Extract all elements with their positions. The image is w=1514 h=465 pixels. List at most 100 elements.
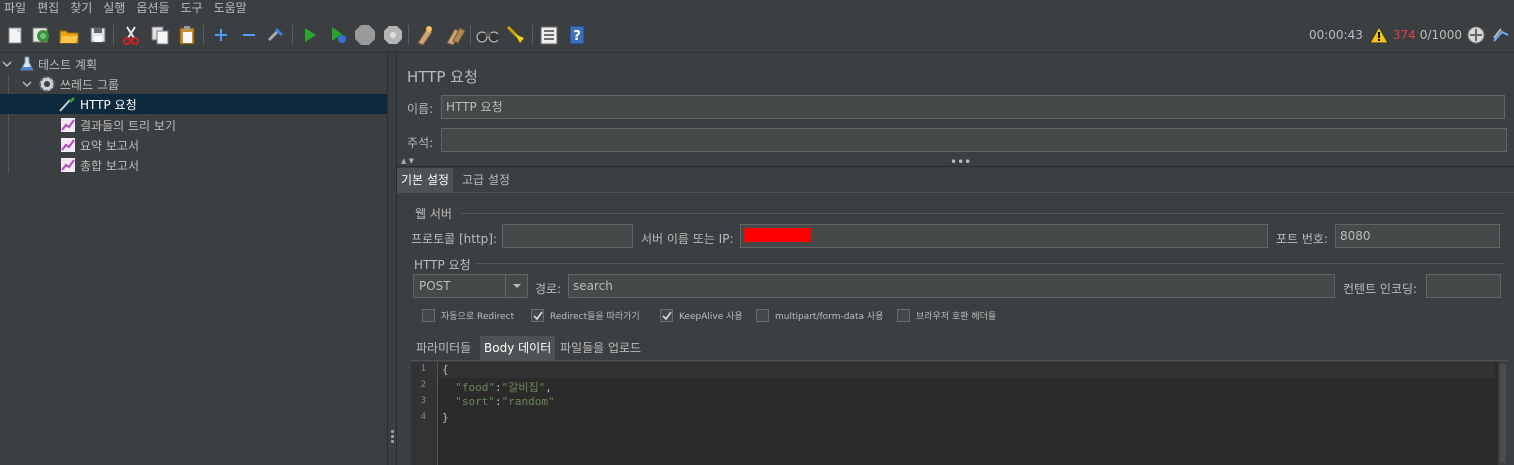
help-icon[interactable]: ? [566, 24, 588, 46]
tab-parameters[interactable]: 파라미터들 [412, 336, 475, 360]
line-number: 2 [420, 380, 426, 390]
line-number: 4 [420, 412, 426, 422]
code-line: } [442, 411, 449, 424]
encoding-label: 컨텐트 인코딩: [1343, 282, 1418, 296]
line-number-gutter: 1 2 3 4 [411, 362, 438, 465]
search-binoculars-icon[interactable] [476, 24, 498, 46]
collapse-arrows-icon[interactable]: ▲ ▼ [401, 157, 414, 165]
active-threads: 0/1000 [1419, 28, 1462, 42]
function-helper-icon[interactable] [538, 24, 560, 46]
save-icon[interactable] [87, 24, 109, 46]
http-request-panel: HTTP 요청 이름: HTTP 요청 주석: ▲ ▼ ••• 기본 설정 고급… [397, 54, 1514, 465]
name-label: 이름: [407, 102, 434, 116]
auto-redirect-label: 자동으로 Redirect [441, 312, 515, 322]
start-no-pause-icon[interactable] [327, 24, 349, 46]
tree-node-aggregate-report[interactable]: 총합 보고서 [0, 155, 387, 175]
protocol-label: 프로토콜 [http]: [411, 232, 498, 246]
auto-redirect-checkbox[interactable]: 자동으로 Redirect [422, 309, 514, 322]
pipette-icon [58, 96, 76, 112]
port-label: 포트 번호: [1276, 232, 1329, 246]
menu-search[interactable]: 찾기 [66, 1, 97, 16]
log-viewer-icon[interactable] [1492, 26, 1510, 44]
server-input[interactable] [740, 224, 1268, 248]
keepalive-checkbox[interactable]: KeepAlive 사용 [660, 309, 743, 322]
expand-icon[interactable] [210, 24, 232, 46]
comment-input[interactable] [441, 128, 1507, 152]
copy-icon[interactable] [149, 24, 171, 46]
stop-icon[interactable] [354, 24, 376, 46]
tree-node-summary-report[interactable]: 요약 보고서 [0, 135, 387, 155]
cut-icon[interactable] [120, 24, 142, 46]
graph-icon [60, 157, 76, 173]
tree-node-results-tree[interactable]: 결과들의 트리 보기 [0, 115, 387, 135]
chevron-down-icon[interactable] [22, 79, 32, 89]
encoding-input[interactable] [1426, 274, 1501, 298]
paste-icon[interactable] [176, 24, 198, 46]
splitter-handle-icon[interactable] [391, 430, 394, 445]
browser-headers-label: 브라우저 호환 헤더들 [916, 312, 997, 322]
multipart-checkbox[interactable]: multipart/form-data 사용 [756, 309, 883, 322]
flask-icon [20, 56, 34, 72]
templates-icon[interactable] [30, 24, 52, 46]
tab-upload-files[interactable]: 파일들을 업로드 [556, 336, 645, 360]
port-input[interactable]: 8080 [1335, 224, 1500, 248]
path-input[interactable]: search [568, 274, 1335, 298]
line-number: 1 [420, 364, 426, 374]
browser-headers-checkbox[interactable]: 브라우저 호환 헤더들 [897, 309, 996, 322]
protocol-input[interactable] [502, 224, 633, 248]
keepalive-label: KeepAlive 사용 [679, 312, 743, 322]
comment-label: 주석: [407, 136, 434, 150]
svg-text:?: ? [573, 29, 581, 44]
chevron-down-icon[interactable] [505, 275, 527, 297]
toolbar: ? 00:00:43 374 0/1000 [0, 17, 1514, 53]
multipart-label: multipart/form-data 사용 [775, 312, 884, 322]
reset-search-icon[interactable] [505, 24, 527, 46]
tab-advanced[interactable]: 고급 설정 [458, 168, 514, 192]
error-count: 374 [1392, 28, 1416, 42]
tree-label-http-request: HTTP 요청 [80, 97, 137, 112]
name-input[interactable]: HTTP 요청 [441, 95, 1505, 119]
follow-redirects-checkbox[interactable]: Redirect들을 따라가기 [531, 309, 640, 322]
toggle-icon[interactable] [265, 24, 287, 46]
menu-help[interactable]: 도움말 [210, 1, 252, 16]
menu-file[interactable]: 파일 [0, 1, 31, 16]
gear-icon [38, 75, 56, 93]
test-tree: 테스트 계획 쓰레드 그룹 HTTP 요청 결과들의 트리 보기 요약 보고서 … [0, 54, 387, 465]
tab-basic[interactable]: 기본 설정 [397, 168, 453, 192]
tree-node-test-plan[interactable]: 테스트 계획 [0, 54, 387, 74]
body-data-editor[interactable]: 1 2 3 4 { "food":"갈비집", "sort":"random" … [411, 362, 1508, 465]
tree-label-test-plan: 테스트 계획 [38, 57, 98, 72]
panel-splitter[interactable] [387, 54, 397, 465]
tab-body-data[interactable]: Body 데이터 [480, 336, 556, 360]
menu-run[interactable]: 실행 [99, 1, 130, 16]
line-number: 3 [420, 396, 426, 406]
start-icon[interactable] [299, 24, 321, 46]
tree-label-results-tree: 결과들의 트리 보기 [80, 118, 176, 133]
menu-edit[interactable]: 편집 [33, 1, 64, 16]
chevron-down-icon[interactable] [2, 59, 12, 69]
http-request-group-title: HTTP 요청 [414, 256, 475, 273]
tree-node-thread-group[interactable]: 쓰레드 그룹 [0, 74, 387, 94]
server-label: 서버 이름 또는 IP: [641, 232, 734, 246]
graph-icon [60, 117, 76, 133]
editor-scrollbar[interactable] [1498, 362, 1508, 465]
clear-icon[interactable] [414, 24, 436, 46]
tree-label-thread-group: 쓰레드 그룹 [60, 77, 120, 92]
follow-redirects-label: Redirect들을 따라가기 [550, 312, 640, 322]
remote-status-icon [1466, 25, 1486, 45]
menu-bar: 파일 편집 찾기 실행 옵션들 도구 도움말 [0, 0, 1514, 17]
menu-options[interactable]: 옵션들 [132, 1, 174, 16]
open-folder-icon[interactable] [58, 24, 80, 46]
collapse-icon[interactable] [238, 24, 260, 46]
code-line: "food":"갈비집", [455, 381, 552, 394]
warning-icon[interactable] [1369, 26, 1389, 44]
tree-node-http-request[interactable]: HTTP 요청 [0, 94, 387, 114]
method-select[interactable]: POST [413, 274, 528, 298]
web-server-title: 웹 서버 [415, 205, 456, 222]
clear-all-icon[interactable] [444, 24, 466, 46]
shutdown-icon[interactable] [382, 24, 404, 46]
code-line: "sort":"random" [455, 395, 555, 408]
menu-tools[interactable]: 도구 [177, 1, 208, 16]
redacted-server-name [744, 228, 811, 242]
new-icon[interactable] [4, 24, 26, 46]
